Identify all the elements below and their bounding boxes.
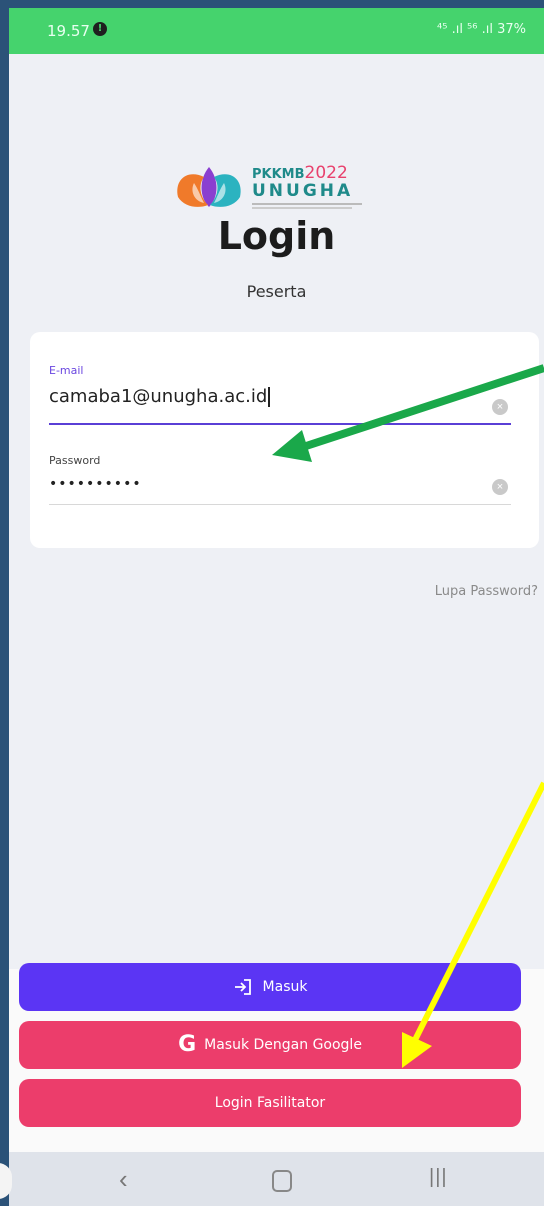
status-bar: 19.57 ! ⁴⁵ .ıl ⁵⁶ .ıl 37% [9, 8, 544, 54]
email-value: camaba1@unugha.ac.id [49, 386, 268, 407]
recent-apps-icon[interactable]: ||| [429, 1166, 448, 1189]
password-label: Password [49, 454, 101, 467]
status-time: 19.57 [47, 22, 90, 40]
forgot-password-link[interactable]: Lupa Password? [435, 584, 538, 599]
google-login-button[interactable]: G Masuk Dengan Google [19, 1021, 521, 1069]
lotus-icon [177, 167, 241, 207]
page-subtitle: Peserta [246, 282, 307, 301]
page-title: Login [217, 214, 336, 258]
login-form-card: E-mail camaba1@unugha.ac.id × Password •… [30, 332, 539, 548]
clear-icon[interactable]: × [492, 399, 508, 415]
fasilitator-label: Login Fasilitator [214, 1095, 326, 1111]
email-field[interactable]: camaba1@unugha.ac.id [49, 386, 270, 407]
logo: PKKMB2022 UNUGHA [164, 159, 404, 219]
notification-icon: ! [93, 22, 107, 36]
password-field[interactable]: •••••••••• [49, 476, 142, 492]
google-icon: G [178, 1032, 197, 1057]
home-icon[interactable] [272, 1170, 292, 1192]
fasilitator-login-button[interactable]: Login Fasilitator [19, 1079, 521, 1127]
frame-border-left [0, 0, 9, 1206]
logo-tagline [252, 203, 362, 205]
text-cursor [268, 387, 270, 407]
logo-text-bottom: UNUGHA [252, 181, 354, 201]
frame-border-top [0, 0, 544, 8]
back-icon[interactable]: ‹ [119, 1164, 128, 1195]
email-underline [49, 423, 511, 425]
logo-text-top: PKKMB2022 [252, 163, 348, 183]
password-underline [49, 504, 511, 505]
clear-icon[interactable]: × [492, 479, 508, 495]
logo-year: 2022 [304, 163, 348, 183]
login-icon [234, 979, 251, 995]
system-nav-bar: ‹ ||| [9, 1152, 544, 1206]
masuk-button[interactable]: Masuk [19, 963, 521, 1011]
logo-tagline-2 [252, 207, 352, 209]
email-label: E-mail [49, 364, 84, 377]
masuk-label: Masuk [262, 979, 308, 995]
status-indicators: ⁴⁵ .ıl ⁵⁶ .ıl 37% [437, 22, 526, 37]
google-label: Masuk Dengan Google [204, 1037, 362, 1053]
